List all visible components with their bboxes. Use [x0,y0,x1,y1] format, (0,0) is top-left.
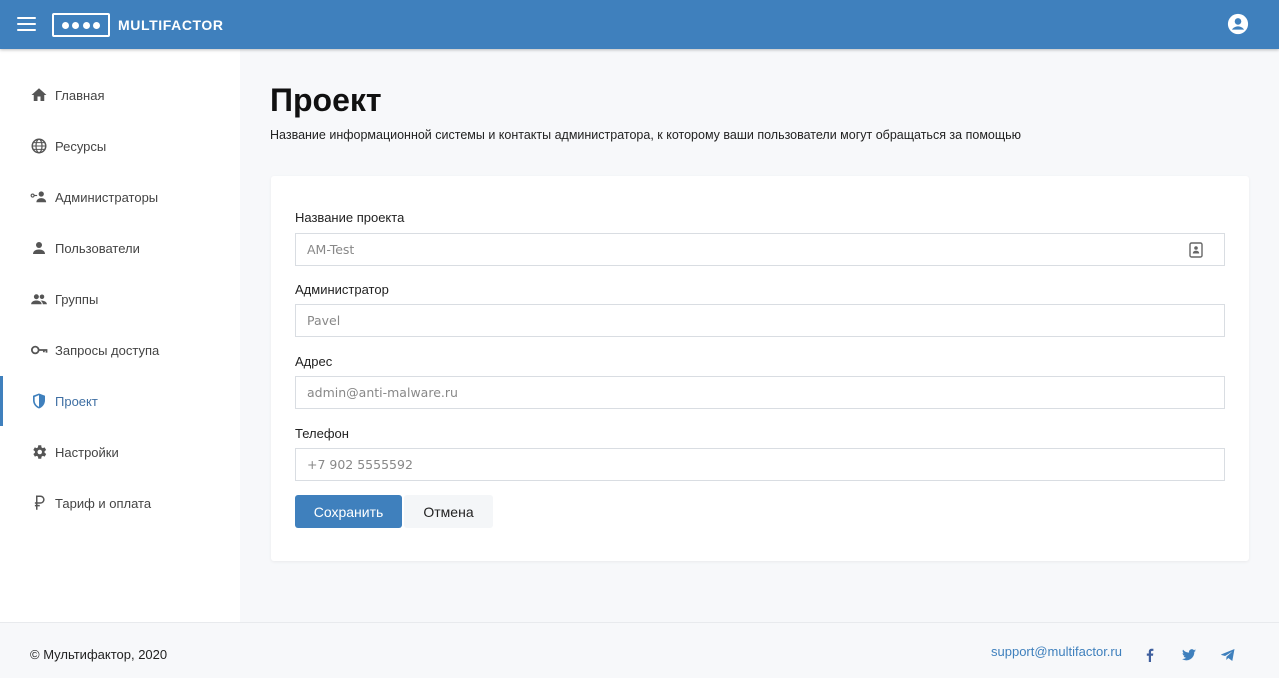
telegram-icon[interactable] [1220,647,1236,663]
save-button[interactable]: Сохранить [295,495,402,528]
contact-card-icon[interactable] [1189,241,1203,258]
cancel-button[interactable]: Отмена [404,495,493,528]
footer: © Мультифактор, 2020 support@multifactor… [0,622,1279,678]
project-name-value: AM-Test [307,242,355,257]
people-icon [31,294,47,305]
sidebar-item-label: Запросы доступа [55,342,160,358]
home-icon [31,88,47,101]
sidebar-item-groups[interactable]: Группы [0,274,240,324]
administrator-label: Администратор [295,282,389,297]
key-icon [30,345,48,355]
address-label: Адрес [295,354,333,369]
top-bar: MULTIFACTOR [0,0,1279,49]
address-value: admin@anti-malware.ru [307,385,458,400]
sidebar-item-label: Проект [55,393,98,409]
project-form-card: Название проекта AM-Test Администратор P… [271,176,1249,561]
person-icon [33,242,45,254]
project-name-label: Название проекта [295,210,405,225]
globe-icon [31,138,47,154]
shield-icon [33,393,45,409]
sidebar-item-label: Главная [55,87,105,103]
hamburger-menu-icon[interactable] [17,16,37,32]
administrator-value: Pavel [307,313,341,328]
phone-value: +7 902 5555592 [307,457,413,472]
copyright: © Мультифактор, 2020 [30,647,168,662]
administrator-input[interactable]: Pavel [295,304,1225,337]
sidebar-item-settings[interactable]: Настройки [0,427,240,477]
project-name-input[interactable]: AM-Test [295,233,1225,266]
sidebar-item-home[interactable]: Главная [0,70,240,120]
address-input[interactable]: admin@anti-malware.ru [295,376,1225,409]
sidebar-item-label: Настройки [55,444,119,460]
sidebar-item-label: Ресурсы [55,138,107,154]
sidebar-item-users[interactable]: Пользователи [0,223,240,273]
sidebar-item-label: Администраторы [55,189,159,205]
support-email-link[interactable]: support@multifactor.ru [991,644,1122,659]
sidebar-item-admins[interactable]: Администраторы [0,172,240,222]
sidebar: Главная Ресурсы Администраторы Пользоват… [0,49,240,622]
ruble-icon [34,495,45,510]
facebook-icon[interactable] [1142,647,1158,663]
phone-label: Телефон [295,426,349,441]
logo-text: MULTIFACTOR [118,17,224,33]
page-title: Проект [270,82,382,118]
admin-key-icon [30,191,47,203]
sidebar-item-project[interactable]: Проект [0,376,240,426]
logo[interactable]: MULTIFACTOR [52,13,224,37]
account-circle-icon[interactable] [1227,13,1249,35]
sidebar-item-label: Пользователи [55,240,140,256]
sidebar-item-access-requests[interactable]: Запросы доступа [0,325,240,375]
page-description: Название информационной системы и контак… [270,128,1022,142]
sidebar-item-billing[interactable]: Тариф и оплата [0,478,240,528]
sidebar-item-label: Группы [55,291,99,307]
sidebar-item-resources[interactable]: Ресурсы [0,121,240,171]
sidebar-item-label: Тариф и оплата [55,495,152,511]
logo-dots-icon [52,13,110,37]
twitter-icon[interactable] [1181,647,1197,663]
phone-input[interactable]: +7 902 5555592 [295,448,1225,481]
gear-icon [33,445,47,459]
